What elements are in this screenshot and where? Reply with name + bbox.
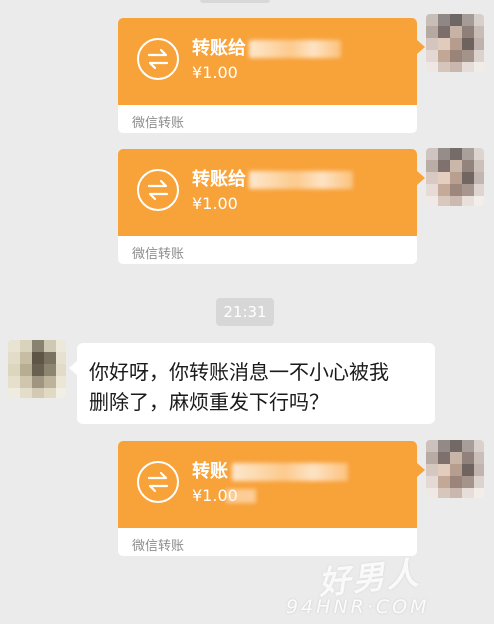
message-line-1: 你好呀，你转账消息一不小心被我	[89, 360, 389, 384]
transfer-footer: 微信转账	[132, 116, 185, 131]
transfer-amount: ¥1.00	[192, 194, 238, 213]
transfer-card-body: 转账给 ¥1.00	[118, 18, 417, 105]
transfer-footer: 微信转账	[132, 539, 185, 554]
avatar-contact[interactable]	[8, 340, 66, 398]
bubble-tail	[417, 463, 425, 477]
avatar-self[interactable]	[426, 440, 484, 498]
timestamp: 21:31	[216, 298, 274, 326]
redacted-smudge	[226, 489, 256, 503]
incoming-message-bubble[interactable]: 你好呀，你转账消息一不小心被我 删除了，麻烦重发下行吗？	[69, 343, 435, 424]
transfer-card-body: 转账 ¥1.00	[118, 441, 417, 528]
message-line-2: 删除了，麻烦重发下行吗？	[89, 390, 329, 414]
redacted-recipient	[232, 463, 348, 481]
transfer-title: 转账给	[192, 38, 246, 59]
avatar-self[interactable]	[426, 148, 484, 206]
transfer-card[interactable]: 转账给 ¥1.00 微信转账	[118, 149, 417, 264]
transfer-amount: ¥1.00	[192, 63, 238, 82]
top-edge	[200, 0, 270, 3]
transfer-title: 转账给	[192, 169, 246, 190]
redacted-recipient	[249, 40, 341, 58]
avatar-self[interactable]	[426, 14, 484, 72]
transfer-title: 转账	[192, 461, 228, 482]
transfer-card[interactable]: 转账 ¥1.00 微信转账	[118, 441, 417, 556]
transfer-card[interactable]: 转账给 ¥1.00 微信转账	[118, 18, 417, 133]
bubble-tail	[417, 40, 425, 54]
transfer-footer: 微信转账	[132, 247, 185, 262]
transfer-card-body: 转账给 ¥1.00	[118, 149, 417, 236]
watermark-domain: 94HNR·COM	[286, 596, 430, 618]
redacted-recipient	[249, 171, 353, 189]
transfer-arrows-icon	[137, 38, 179, 80]
transfer-arrows-icon	[137, 169, 179, 211]
bubble-tail	[417, 171, 425, 185]
transfer-arrows-icon	[137, 461, 179, 503]
